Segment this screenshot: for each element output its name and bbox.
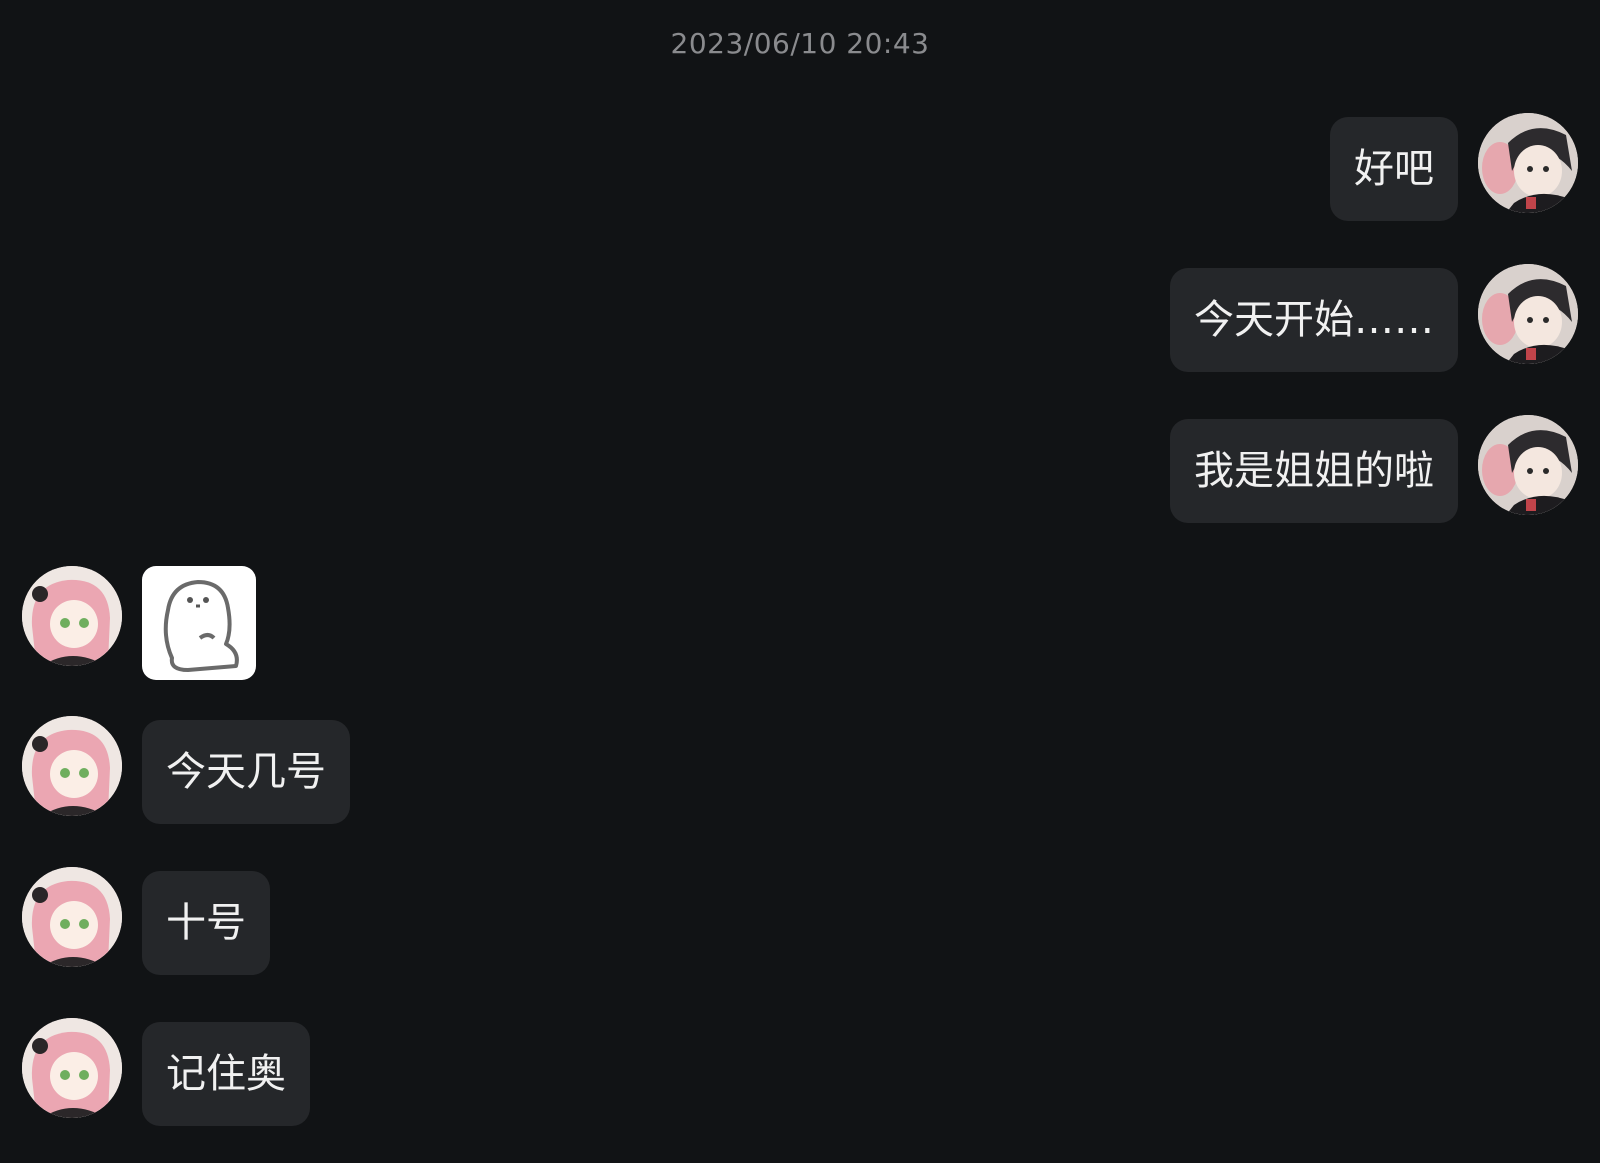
contact-avatar[interactable] [22,867,122,967]
message-timestamp: 2023/06/10 20:43 [670,27,930,60]
message-row-incoming [0,566,1600,680]
contact-avatar[interactable] [22,566,122,666]
message-row-incoming: 记住奥 [0,1018,1600,1126]
self-avatar[interactable] [1478,264,1578,364]
message-row-incoming: 十号 [0,867,1600,975]
message-bubble[interactable]: 记住奥 [142,1022,310,1126]
contact-avatar[interactable] [22,1018,122,1118]
message-row-incoming: 今天几号 [0,716,1600,824]
message-bubble[interactable]: 今天开始…… [1170,268,1458,372]
ghost-sticker-icon[interactable] [142,566,256,680]
message-bubble[interactable]: 今天几号 [142,720,350,824]
message-bubble[interactable]: 好吧 [1330,117,1458,221]
message-bubble[interactable]: 十号 [142,871,270,975]
self-avatar[interactable] [1478,415,1578,515]
self-avatar[interactable] [1478,113,1578,213]
message-row-outgoing: 今天开始…… [0,264,1600,372]
contact-avatar[interactable] [22,716,122,816]
message-row-outgoing: 好吧 [0,113,1600,221]
message-row-outgoing: 我是姐姐的啦 [0,415,1600,523]
message-bubble[interactable]: 我是姐姐的啦 [1170,419,1458,523]
